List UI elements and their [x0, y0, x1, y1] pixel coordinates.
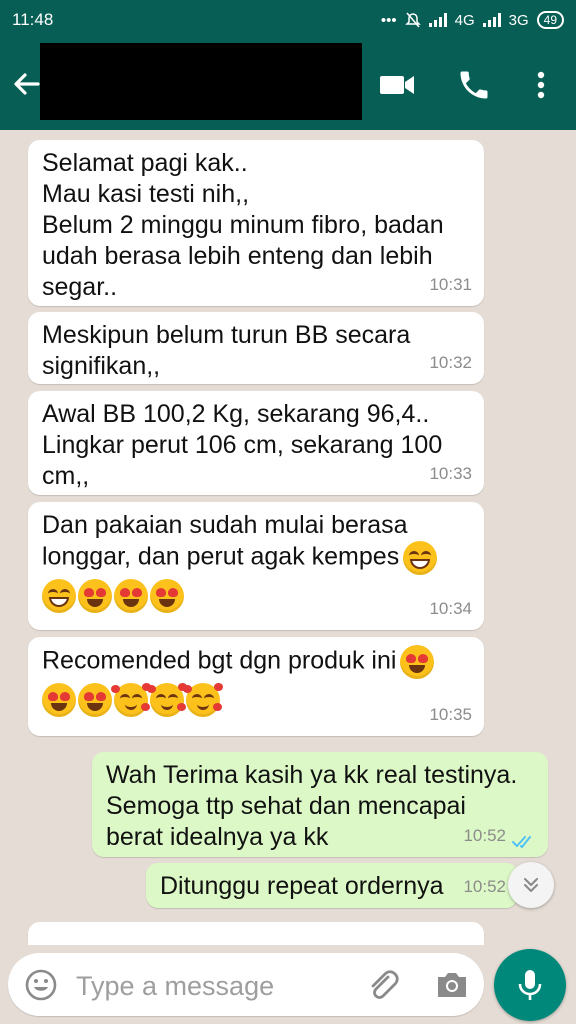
message-text: Selamat pagi kak.. Mau kasi testi nih,, …: [42, 149, 444, 301]
heart-eyes-emoji: [400, 645, 435, 679]
grinning-face-emoji: [403, 541, 438, 575]
mic-icon: [518, 970, 542, 1000]
message-incoming[interactable]: Dan pakaian sudah mulai berasa longgar, …: [28, 502, 484, 630]
mute-icon: [404, 12, 421, 28]
heart-eyes-emoji: [150, 579, 184, 613]
message-time: 10:52: [463, 826, 506, 845]
battery-indicator: 49: [536, 11, 564, 29]
contact-name-redacted[interactable]: [40, 43, 362, 120]
smiling-face-with-hearts-emoji: [111, 683, 151, 717]
message-incoming[interactable]: Meskipun belum turun BB secara signifika…: [28, 312, 484, 384]
attach-icon[interactable]: [364, 967, 400, 1003]
message-text-line: Recomended bgt dgn produk ini: [42, 645, 470, 679]
message-incoming[interactable]: Awal BB 100,2 Kg, sekarang 96,4.. Lingka…: [28, 391, 484, 495]
message-incoming[interactable]: Selamat pagi kak.. Mau kasi testi nih,, …: [28, 140, 484, 306]
message-time: 10:32: [429, 353, 472, 372]
message-text: Meskipun belum turun BB secara signifika…: [42, 321, 411, 380]
message-text: Awal BB 100,2 Kg, sekarang 96,4.. Lingka…: [42, 400, 443, 490]
mic-button[interactable]: [494, 949, 566, 1021]
chat-area[interactable]: Selamat pagi kak.. Mau kasi testi nih,, …: [0, 130, 576, 945]
message-text-line: Dan pakaian sudah mulai berasa longgar, …: [42, 510, 470, 575]
message-text: Ditunggu repeat ordernya: [160, 872, 444, 900]
message-time: 10:31: [429, 275, 472, 294]
message-outgoing[interactable]: Wah Terima kasih ya kk real testinya. Se…: [92, 752, 548, 857]
heart-eyes-emoji: [114, 579, 148, 613]
message-text: Recomended bgt dgn produk ini: [42, 646, 397, 675]
status-bar: 11:48 ••• 4G 3G 49: [0, 0, 576, 40]
message-incoming[interactable]: Recomended bgt dgn produk ini 10:35: [28, 637, 484, 736]
emoji-row: [42, 683, 470, 717]
smiling-face-with-hearts-emoji: [183, 683, 223, 717]
camera-icon[interactable]: [434, 967, 470, 1003]
composer-bar: [0, 945, 576, 1024]
network-4g: 4G: [454, 11, 475, 29]
chat-header: [0, 40, 576, 130]
status-icons: ••• 4G 3G 49: [381, 11, 564, 29]
network-3g: 3G: [508, 11, 529, 29]
grinning-face-emoji: [42, 579, 76, 613]
signal-icon: [428, 13, 447, 27]
status-time: 11:48: [12, 10, 54, 29]
phone-icon[interactable]: [456, 67, 492, 103]
heart-eyes-emoji: [78, 579, 112, 613]
read-ticks-icon: [512, 836, 531, 848]
video-call-icon[interactable]: [378, 68, 416, 102]
message-time: 10:52: [463, 877, 506, 896]
heart-eyes-emoji: [42, 683, 76, 717]
back-arrow-icon[interactable]: [10, 68, 42, 100]
message-input-container[interactable]: [8, 953, 484, 1016]
message-incoming-partial[interactable]: [28, 922, 484, 945]
message-text: Dan pakaian sudah mulai berasa longgar, …: [42, 511, 408, 571]
chevron-down-double-icon: [524, 878, 538, 892]
signal-icon-2: [482, 13, 501, 27]
message-time: 10:35: [429, 705, 472, 724]
more-dots-icon: •••: [380, 11, 397, 29]
message-time: 10:34: [429, 599, 472, 618]
message-outgoing[interactable]: Ditunggu repeat ordernya 10:52: [146, 863, 518, 908]
message-time: 10:33: [429, 464, 472, 483]
emoji-row: [42, 579, 470, 613]
message-input[interactable]: [74, 963, 358, 1009]
scroll-to-bottom-button[interactable]: [508, 862, 554, 908]
smiling-face-with-hearts-emoji: [147, 683, 187, 717]
emoji-icon[interactable]: [24, 968, 58, 1002]
more-vert-icon[interactable]: [527, 67, 555, 103]
heart-eyes-emoji: [78, 683, 112, 717]
